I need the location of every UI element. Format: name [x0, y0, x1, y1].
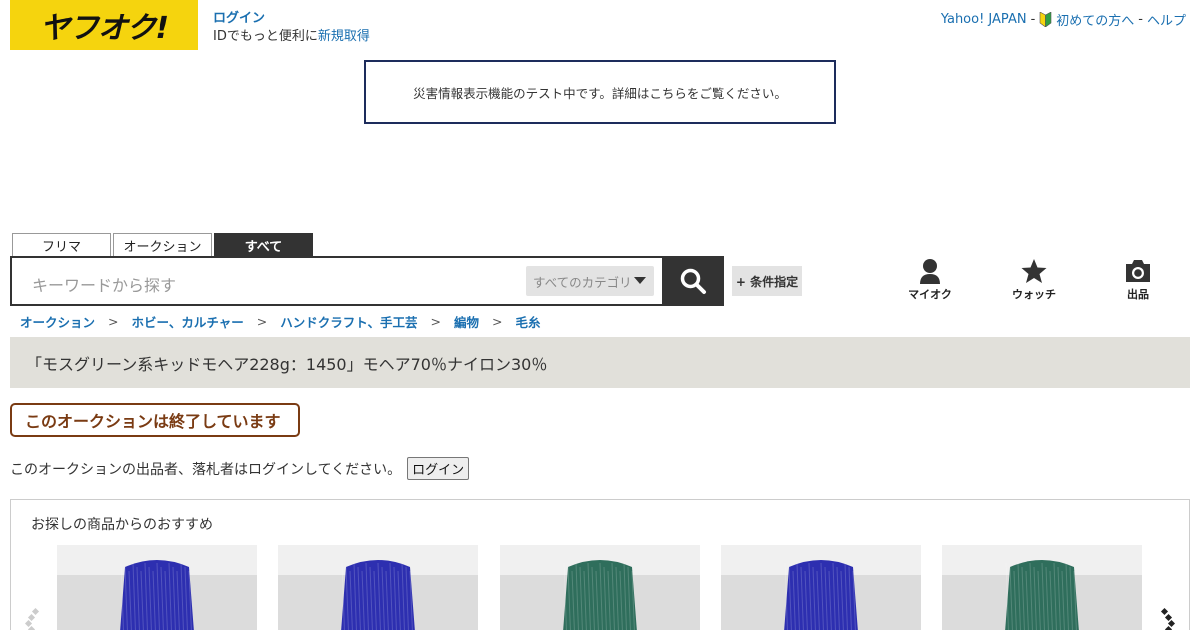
item-title-bar: 「モスグリーン系キッドモヘア228g：1450」モヘア70％ナイロン30％ — [10, 337, 1190, 388]
login-note-text: このオークションの出品者、落札者はログインしてください。 — [10, 461, 402, 478]
tab-all[interactable]: すべて — [214, 233, 313, 257]
beginner-link[interactable]: 初めての方へ — [1056, 10, 1134, 29]
breadcrumb-item[interactable]: オークション — [20, 312, 95, 331]
recommendation-item[interactable] — [942, 545, 1142, 630]
separator: - — [1138, 12, 1143, 27]
search-icon — [680, 268, 706, 294]
breadcrumb-separator: > — [108, 314, 119, 329]
search-box: キーワードから探す すべてのカテゴリ — [10, 256, 664, 306]
search-tabs: フリマ オークション すべて — [12, 233, 313, 257]
recommendation-item[interactable] — [57, 545, 257, 630]
breadcrumb-item[interactable]: ハンドクラフト、手工芸 — [280, 312, 417, 331]
login-note: このオークションの出品者、落札者はログインしてください。 ログイン — [10, 457, 470, 480]
recommendation-item[interactable] — [500, 545, 700, 630]
beginner-mark-icon — [1039, 12, 1052, 27]
yarn-thumbnail — [57, 545, 257, 630]
tab-auction[interactable]: オークション — [113, 233, 212, 257]
recommendation-item[interactable] — [278, 545, 478, 630]
yarn-thumbnail — [500, 545, 700, 630]
separator: - — [1030, 12, 1036, 27]
yahoo-japan-link[interactable]: Yahoo! JAPAN — [941, 12, 1027, 27]
auction-ended-badge: このオークションは終了しています — [10, 403, 300, 437]
breadcrumb-separator: > — [256, 314, 268, 329]
yarn-thumbnail — [942, 545, 1142, 630]
logo-text: ヤフオク! — [39, 11, 169, 46]
breadcrumb: オークション > ホビー、カルチャー > ハンドクラフト、手工芸 > 編物 > … — [20, 312, 541, 331]
condition-button[interactable]: + 条件指定 — [732, 266, 802, 296]
yafuoku-logo[interactable]: ヤフオク! — [10, 0, 198, 50]
breadcrumb-item[interactable]: 毛糸 — [516, 312, 541, 331]
disaster-info-notice: 災害情報表示機能のテスト中です。詳細は こちら をご覧ください。 — [364, 60, 836, 124]
signup-link[interactable]: 新規取得 — [318, 29, 370, 44]
login-button[interactable]: ログイン — [407, 457, 470, 480]
chevron-down-icon — [634, 277, 646, 284]
myauction-nav[interactable]: マイオク — [900, 258, 960, 302]
item-title: 「モスグリーン系キッドモヘア228g：1450」モヘア70％ナイロン30％ — [26, 354, 548, 374]
breadcrumb-item[interactable]: ホビー、カルチャー — [132, 312, 244, 331]
notice-text-after: をご覧ください。 — [686, 85, 787, 101]
yarn-thumbnail — [721, 545, 921, 630]
login-block: ログイン IDでもっと便利に新規取得 — [213, 10, 370, 46]
recommendation-panel: お探しの商品からのおすすめ — [10, 499, 1190, 630]
yarn-thumbnail — [278, 545, 478, 630]
camera-icon — [1126, 260, 1150, 282]
category-select[interactable]: すべてのカテゴリ — [526, 266, 654, 296]
myauction-label: マイオク — [908, 288, 952, 301]
notice-link[interactable]: こちら — [649, 83, 687, 102]
breadcrumb-separator: > — [492, 314, 503, 329]
notice-text-before: 災害情報表示機能のテスト中です。詳細は — [413, 85, 650, 101]
category-select-label: すべてのカテゴリ — [533, 274, 632, 290]
login-subtext: IDでもっと便利に — [213, 29, 318, 44]
star-icon — [1021, 259, 1047, 283]
user-icon — [920, 259, 940, 284]
recommendation-title: お探しの商品からのおすすめ — [31, 517, 213, 533]
breadcrumb-item[interactable]: 編物 — [454, 312, 479, 331]
watch-label: ウォッチ — [1012, 288, 1056, 301]
chevron-right-icon[interactable] — [1155, 605, 1175, 630]
breadcrumb-separator: > — [430, 314, 441, 329]
chevron-left-icon[interactable] — [25, 605, 45, 630]
search-button[interactable] — [662, 256, 724, 306]
search-input[interactable]: キーワードから探す — [32, 272, 176, 296]
top-right-links: Yahoo! JAPAN - 初めての方へ - ヘルプ — [941, 10, 1186, 29]
recommendation-item[interactable] — [721, 545, 921, 630]
help-link[interactable]: ヘルプ — [1147, 10, 1186, 29]
sell-nav[interactable]: 出品 — [1108, 258, 1168, 302]
sell-label: 出品 — [1127, 288, 1149, 301]
login-link[interactable]: ログイン — [213, 10, 370, 28]
watch-nav[interactable]: ウォッチ — [1004, 258, 1064, 302]
tab-flea-market[interactable]: フリマ — [12, 233, 111, 257]
